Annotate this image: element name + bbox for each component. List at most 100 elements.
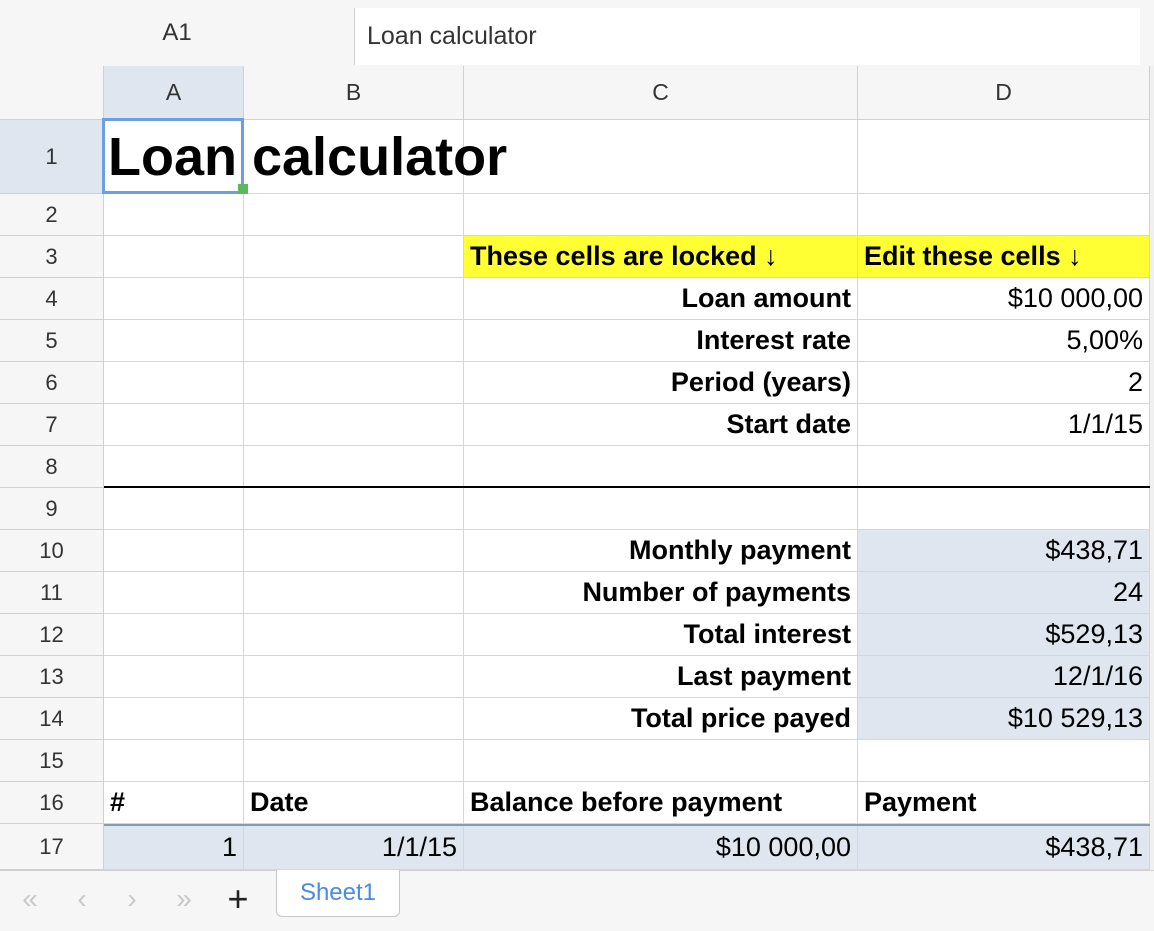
cell-c8[interactable]	[464, 446, 858, 488]
row-header-15[interactable]: 15	[0, 740, 104, 782]
number-of-payments-label[interactable]: Number of payments	[464, 572, 858, 614]
cell-a3[interactable]	[104, 236, 244, 278]
add-sheet-icon[interactable]: +	[218, 875, 258, 923]
column-header-d[interactable]: D	[858, 66, 1150, 120]
row-header-1[interactable]: 1	[0, 120, 104, 194]
cell-b8[interactable]	[244, 446, 464, 488]
cell-b3[interactable]	[244, 236, 464, 278]
cell-d2[interactable]	[858, 194, 1150, 236]
cell-c15[interactable]	[464, 740, 858, 782]
cell-a6[interactable]	[104, 362, 244, 404]
cell-d8[interactable]	[858, 446, 1150, 488]
cell-b4[interactable]	[244, 278, 464, 320]
cell-b10[interactable]	[244, 530, 464, 572]
monthly-payment-label[interactable]: Monthly payment	[464, 530, 858, 572]
cell-a13[interactable]	[104, 656, 244, 698]
period-value[interactable]: 2	[858, 362, 1150, 404]
table-header-balance[interactable]: Balance before payment	[464, 782, 858, 824]
last-sheet-icon[interactable]: »	[164, 877, 204, 921]
locked-header-cell[interactable]: These cells are locked ↓	[464, 236, 858, 278]
cell-b2[interactable]	[244, 194, 464, 236]
cell-a9[interactable]	[104, 488, 244, 530]
total-price-label[interactable]: Total price payed	[464, 698, 858, 740]
cell-a7[interactable]	[104, 404, 244, 446]
row-header-2[interactable]: 2	[0, 194, 104, 236]
cell-c2[interactable]	[464, 194, 858, 236]
last-payment-value[interactable]: 12/1/16	[858, 656, 1150, 698]
period-label[interactable]: Period (years)	[464, 362, 858, 404]
cell-b14[interactable]	[244, 698, 464, 740]
start-date-value[interactable]: 1/1/15	[858, 404, 1150, 446]
cell-a4[interactable]	[104, 278, 244, 320]
spreadsheet-grid: A B C D 1 2 3 4 5 6 7 8 9 10 11 12 13 14…	[0, 0, 1154, 870]
cell-b15[interactable]	[244, 740, 464, 782]
cell-b11[interactable]	[244, 572, 464, 614]
row-header-3[interactable]: 3	[0, 236, 104, 278]
previous-sheet-icon[interactable]: ‹	[62, 877, 102, 921]
cell-d9[interactable]	[858, 488, 1150, 530]
loan-amount-label[interactable]: Loan amount	[464, 278, 858, 320]
fill-handle[interactable]	[238, 184, 248, 194]
last-payment-label[interactable]: Last payment	[464, 656, 858, 698]
row-header-13[interactable]: 13	[0, 656, 104, 698]
table-row-payment[interactable]: $438,71	[858, 826, 1150, 870]
cell-c9[interactable]	[464, 488, 858, 530]
total-interest-value[interactable]: $529,13	[858, 614, 1150, 656]
row-header-12[interactable]: 12	[0, 614, 104, 656]
cell-b9[interactable]	[244, 488, 464, 530]
edit-header-cell[interactable]: Edit these cells ↓	[858, 236, 1150, 278]
row-header-10[interactable]: 10	[0, 530, 104, 572]
cell-a11[interactable]	[104, 572, 244, 614]
cell-b13[interactable]	[244, 656, 464, 698]
cell-b6[interactable]	[244, 362, 464, 404]
table-row-balance[interactable]: $10 000,00	[464, 826, 858, 870]
cell-a14[interactable]	[104, 698, 244, 740]
row-header-5[interactable]: 5	[0, 320, 104, 362]
monthly-payment-value[interactable]: $438,71	[858, 530, 1150, 572]
total-price-value[interactable]: $10 529,13	[858, 698, 1150, 740]
row-header-6[interactable]: 6	[0, 362, 104, 404]
cell-a8[interactable]	[104, 446, 244, 488]
cell-a12[interactable]	[104, 614, 244, 656]
cell-a15[interactable]	[104, 740, 244, 782]
row-header-7[interactable]: 7	[0, 404, 104, 446]
row-header-14[interactable]: 14	[0, 698, 104, 740]
row-header-16[interactable]: 16	[0, 782, 104, 824]
row-header-9[interactable]: 9	[0, 488, 104, 530]
interest-rate-value[interactable]: 5,00%	[858, 320, 1150, 362]
sheet-tab-sheet1[interactable]: Sheet1	[276, 870, 400, 917]
cell-d15[interactable]	[858, 740, 1150, 782]
table-row-date[interactable]: 1/1/15	[244, 826, 464, 870]
table-row-number[interactable]: 1	[104, 826, 244, 870]
column-header-b[interactable]: B	[244, 66, 464, 120]
column-header-c[interactable]: C	[464, 66, 858, 120]
row-header-4[interactable]: 4	[0, 278, 104, 320]
total-interest-label[interactable]: Total interest	[464, 614, 858, 656]
sheet-tab-bar: « ‹ › » + Sheet1	[0, 870, 1154, 931]
cell-c1[interactable]	[464, 120, 858, 194]
row-header-17[interactable]: 17	[0, 824, 104, 870]
table-header-divider	[104, 824, 1150, 826]
cell-b12[interactable]	[244, 614, 464, 656]
loan-amount-value[interactable]: $10 000,00	[858, 278, 1150, 320]
cell-d1[interactable]	[858, 120, 1150, 194]
first-sheet-icon[interactable]: «	[10, 877, 50, 921]
row-header-11[interactable]: 11	[0, 572, 104, 614]
interest-rate-label[interactable]: Interest rate	[464, 320, 858, 362]
next-sheet-icon[interactable]: ›	[112, 877, 152, 921]
start-date-label[interactable]: Start date	[464, 404, 858, 446]
table-header-date[interactable]: Date	[244, 782, 464, 824]
table-header-number[interactable]: #	[104, 782, 244, 824]
row-header-8[interactable]: 8	[0, 446, 104, 488]
cell-a5[interactable]	[104, 320, 244, 362]
sheet-title: Loan calculator	[108, 127, 508, 187]
cell-b7[interactable]	[244, 404, 464, 446]
column-header-a[interactable]: A	[104, 66, 244, 120]
grid-right-edge	[1150, 66, 1154, 870]
table-header-payment[interactable]: Payment	[858, 782, 1150, 824]
cell-a2[interactable]	[104, 194, 244, 236]
cell-b5[interactable]	[244, 320, 464, 362]
select-all-corner[interactable]	[0, 66, 104, 120]
number-of-payments-value[interactable]: 24	[858, 572, 1150, 614]
cell-a10[interactable]	[104, 530, 244, 572]
